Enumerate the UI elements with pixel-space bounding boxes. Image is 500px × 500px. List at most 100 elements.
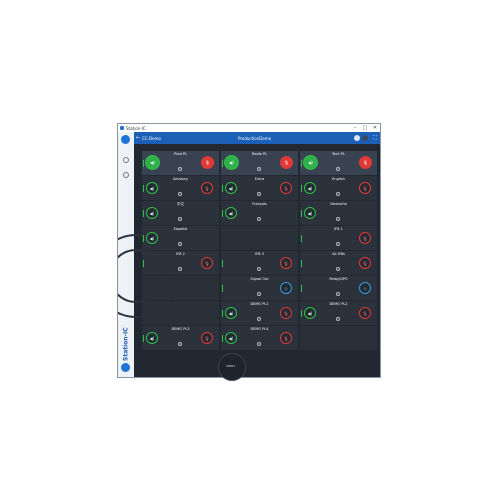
level-meter xyxy=(222,185,223,192)
mic-button[interactable]: 🎙 xyxy=(201,332,213,344)
volume-knob-icon[interactable] xyxy=(257,217,261,221)
volume-knob-icon[interactable] xyxy=(178,167,182,171)
minimize-button[interactable]: – xyxy=(350,124,360,132)
level-meter xyxy=(222,310,223,317)
mic-button[interactable]: 🎙 xyxy=(201,182,213,194)
info-icon[interactable] xyxy=(362,135,368,141)
key-cell: Radio PL ◀) 🎙 xyxy=(221,151,298,175)
key-label: DEMO PL2 xyxy=(329,302,348,306)
volume-knob-icon[interactable] xyxy=(178,267,182,271)
mic-button[interactable]: 🎙 xyxy=(280,182,292,194)
talk-button[interactable]: ◀) xyxy=(146,207,158,219)
volume-knob-icon[interactable] xyxy=(336,267,340,271)
key-cell: Signal Out ◇ xyxy=(221,276,298,300)
level-meter xyxy=(143,185,144,192)
help-icon[interactable] xyxy=(123,172,129,178)
account-icon[interactable] xyxy=(121,363,130,372)
level-meter xyxy=(222,210,223,217)
volume-knob-icon[interactable] xyxy=(257,317,261,321)
key-label: IFB 1 xyxy=(334,227,343,231)
volume-knob-icon[interactable] xyxy=(336,317,340,321)
close-button[interactable]: ✕ xyxy=(370,124,380,132)
key-label: IFB 2 xyxy=(176,252,185,256)
talk-button[interactable]: ◀) xyxy=(304,207,316,219)
talk-button[interactable]: ◀) xyxy=(304,182,316,194)
key-label: Relay/GPO xyxy=(329,277,348,281)
key-label: Signal Out xyxy=(250,277,269,281)
user-icon[interactable] xyxy=(121,135,130,144)
mic-button[interactable]: 🎙 xyxy=(280,257,292,269)
talk-button[interactable]: ◀) xyxy=(225,207,237,219)
grid-icon[interactable]: ⛶ xyxy=(370,135,380,141)
trigger-button[interactable]: ◇ xyxy=(359,282,371,294)
empty-cell xyxy=(142,276,219,300)
level-meter xyxy=(301,185,302,192)
key-cell: Deutsche ◀) xyxy=(300,201,377,225)
volume-knob-icon[interactable] xyxy=(257,292,261,296)
key-label: DEMO PL1 xyxy=(250,302,269,306)
key-cell: Tech PL ◀) 🎙 xyxy=(300,151,377,175)
level-meter xyxy=(222,285,223,292)
key-label: DEMO PL4 xyxy=(250,327,269,331)
volume-knob-icon[interactable] xyxy=(257,167,261,171)
talk-button[interactable]: ◀) xyxy=(224,155,239,170)
talk-button[interactable]: ◀) xyxy=(146,182,158,194)
key-label: Extra xyxy=(254,177,265,181)
mic-button[interactable]: 🎙 xyxy=(280,332,292,344)
talk-button[interactable]: ◀) xyxy=(146,332,158,344)
talk-button[interactable]: ◀) xyxy=(304,307,316,319)
volume-knob-icon[interactable] xyxy=(178,192,182,196)
talk-button[interactable]: ◀) xyxy=(145,155,160,170)
key-cell: Relay/GPO ◇ xyxy=(300,276,377,300)
volume-knob-icon[interactable] xyxy=(178,217,182,221)
volume-knob-icon[interactable] xyxy=(336,217,340,221)
back-arrow-icon[interactable]: ← xyxy=(134,135,142,141)
key-cell: IFB 3 🎙 xyxy=(221,251,298,275)
volume-knob-icon[interactable] xyxy=(336,292,340,296)
key-label: All IFBs xyxy=(332,252,345,256)
key-cell: Français ◀) xyxy=(221,201,298,225)
trigger-button[interactable]: ◇ xyxy=(280,282,292,294)
key-cell: Extra ◀) 🎙 xyxy=(221,176,298,200)
talk-button[interactable]: ◀) xyxy=(146,232,158,244)
volume-knob-icon[interactable] xyxy=(257,342,261,346)
volume-knob-icon[interactable] xyxy=(257,192,261,196)
mic-button[interactable]: 🎙 xyxy=(359,307,371,319)
volume-knob-icon[interactable] xyxy=(178,242,182,246)
talk-button[interactable]: ◀) xyxy=(225,182,237,194)
level-meter xyxy=(143,335,144,342)
mic-button[interactable]: 🎙 xyxy=(201,156,214,169)
key-label: English xyxy=(332,177,345,181)
production-name: ProductionDemo xyxy=(238,135,272,141)
key-cell: DEMO PL2 ◀) 🎙 xyxy=(300,301,377,325)
key-cell: DEMO PL4 ◀) 🎙 xyxy=(221,326,298,350)
key-grid: Prod PL ◀) 🎙 Radio PL ◀) 🎙 Tech PL ◀) 🎙 Advisory ◀… xyxy=(142,151,379,351)
mic-button[interactable]: 🎙 xyxy=(359,156,372,169)
brand-logo: Station-IC xyxy=(122,327,130,361)
talk-button[interactable]: ◀) xyxy=(225,332,237,344)
mic-button[interactable]: 🎙 xyxy=(201,257,213,269)
volume-knob-icon[interactable] xyxy=(336,167,340,171)
mic-button[interactable]: 🎙 xyxy=(280,307,292,319)
volume-icon[interactable] xyxy=(354,135,360,141)
maximize-button[interactable]: □ xyxy=(360,124,370,132)
talk-button[interactable]: ◀) xyxy=(303,155,318,170)
empty-cell xyxy=(221,226,298,250)
key-cell: DEMO PL3 ◀) 🎙 xyxy=(142,326,219,350)
empty-cell xyxy=(142,301,219,325)
gear-icon[interactable] xyxy=(123,157,129,163)
volume-knob-icon[interactable] xyxy=(336,192,340,196)
talk-button[interactable]: ◀) xyxy=(225,307,237,319)
key-label: Advisory xyxy=(172,177,189,181)
volume-knob-icon[interactable] xyxy=(178,342,182,346)
mic-button[interactable]: 🎙 xyxy=(359,257,371,269)
volume-knob-icon[interactable] xyxy=(336,242,340,246)
mic-button[interactable]: 🎙 xyxy=(359,182,371,194)
mic-button[interactable]: 🎙 xyxy=(280,156,293,169)
app-icon xyxy=(120,126,124,130)
volume-knob-icon[interactable] xyxy=(257,267,261,271)
mic-button[interactable]: 🎙 xyxy=(359,232,371,244)
key-cell: All IFBs 🎙 xyxy=(300,251,377,275)
key-cell: IFB 1 🎙 xyxy=(300,226,377,250)
project-name: CC-Demo xyxy=(142,135,161,141)
